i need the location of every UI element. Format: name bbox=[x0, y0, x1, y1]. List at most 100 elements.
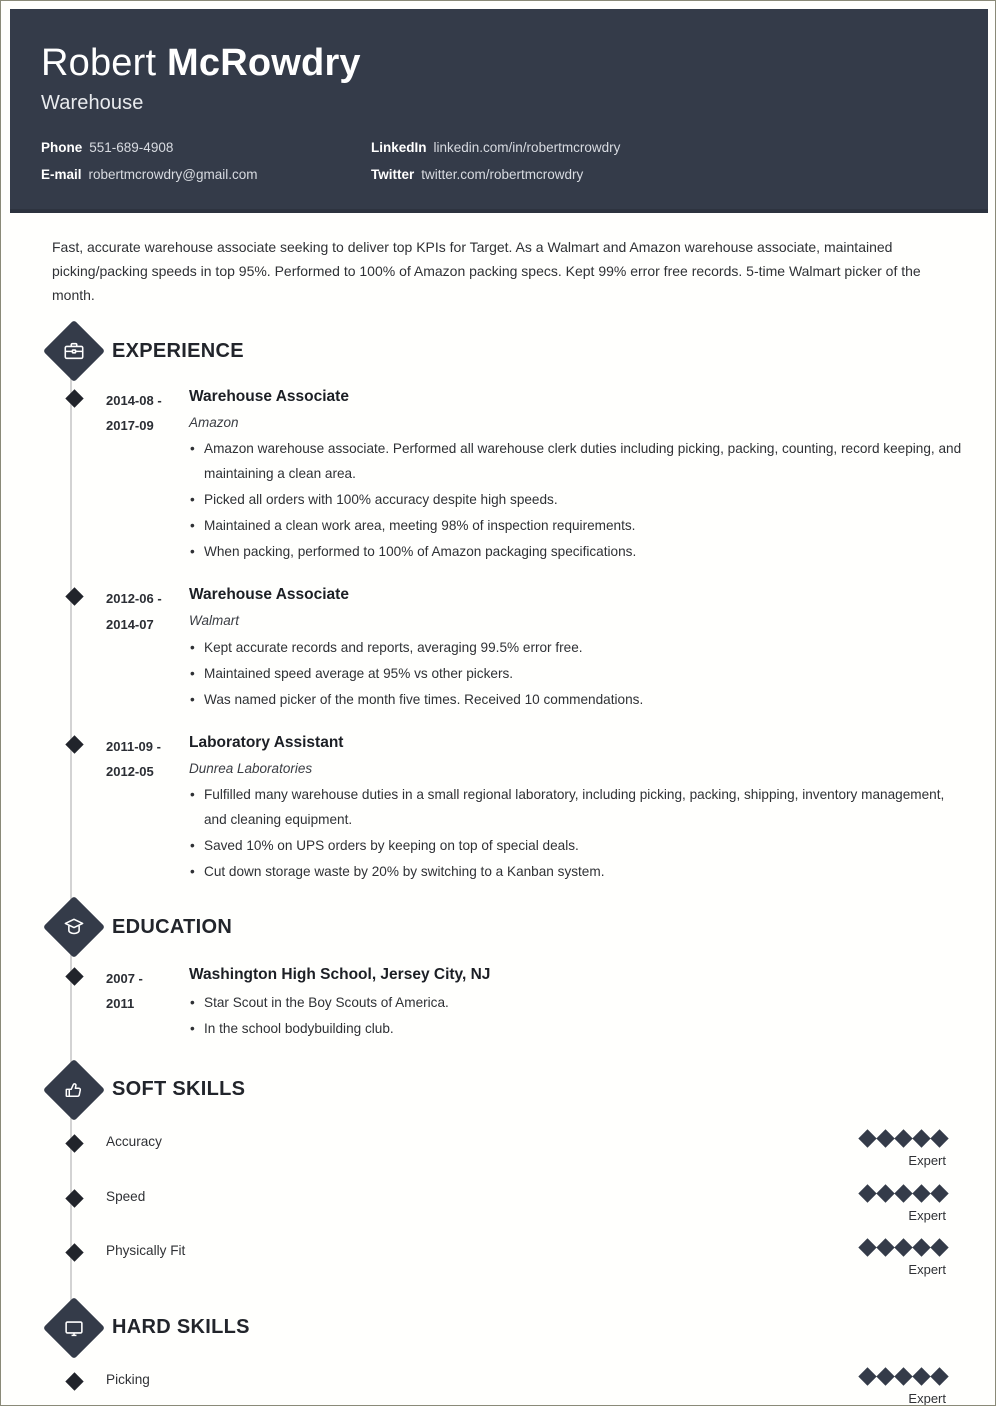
entry-date-end: 2011 bbox=[106, 996, 135, 1012]
skill-rating: Expert bbox=[858, 1238, 988, 1278]
hard-skill-row: Picking Expert bbox=[52, 1367, 988, 1406]
entry-dates: 2014-08 - 2017-09 bbox=[96, 387, 189, 564]
entry-date-start: 2011-09 - bbox=[106, 739, 161, 755]
rating-diamond-filled bbox=[912, 1238, 931, 1257]
rating-diamond-filled bbox=[912, 1367, 931, 1386]
entry-employer: Walmart bbox=[189, 612, 240, 628]
timeline-marker bbox=[52, 1241, 96, 1262]
section-header-hard-skills: HARD SKILLS bbox=[42, 1296, 988, 1359]
contact-email[interactable]: E-mail robertmcrowdry@gmail.com bbox=[41, 167, 371, 183]
resume-header: Robert McRowdry Warehouse Phone 551-689-4… bbox=[10, 9, 988, 213]
rating-diamond-filled bbox=[894, 1129, 913, 1148]
list-item: Kept accurate records and reports, avera… bbox=[189, 636, 968, 660]
entry-details: Laboratory Assistant Dunrea Laboratories… bbox=[189, 733, 988, 884]
timeline-marker bbox=[52, 1370, 96, 1391]
timeline-marker bbox=[52, 387, 96, 564]
skill-rating: Expert bbox=[858, 1367, 988, 1406]
contact-linkedin-label: LinkedIn bbox=[371, 140, 427, 156]
list-item: Saved 10% on UPS orders by keeping on to… bbox=[189, 834, 968, 858]
contact-twitter-value[interactable]: twitter.com/robertmcrowdry bbox=[421, 167, 583, 182]
rating-diamond-filled bbox=[858, 1129, 877, 1148]
monitor-icon bbox=[42, 1296, 106, 1359]
last-name: McRowdry bbox=[167, 42, 361, 84]
entry-date-end: 2012-05 bbox=[106, 764, 154, 780]
list-item: Cut down storage waste by 20% by switchi… bbox=[189, 860, 968, 884]
briefcase-icon bbox=[42, 320, 106, 383]
section-header-experience: EXPERIENCE bbox=[42, 320, 988, 383]
rating-diamond-filled bbox=[912, 1129, 931, 1148]
entry-title: Washington High School, Jersey City, NJ bbox=[189, 966, 491, 984]
entry-dates: 2012-06 - 2014-07 bbox=[96, 585, 189, 712]
list-item: In the school bodybuilding club. bbox=[189, 1017, 968, 1041]
timeline-marker bbox=[52, 965, 96, 1041]
entry-details: Washington High School, Jersey City, NJ … bbox=[189, 965, 988, 1041]
entry-dates: 2007 - 2011 bbox=[96, 965, 189, 1041]
timeline-marker bbox=[52, 585, 96, 712]
entry-date-start: 2014-08 - bbox=[106, 393, 162, 409]
diamond-marker-icon bbox=[64, 389, 84, 408]
entry-employer: Dunrea Laboratories bbox=[189, 760, 313, 776]
section-header-education: EDUCATION bbox=[42, 896, 988, 959]
contact-email-value[interactable]: robertmcrowdry@gmail.com bbox=[89, 167, 258, 182]
entry-title: Warehouse Associate bbox=[189, 388, 349, 406]
section-header-soft-skills: SOFT SKILLS bbox=[42, 1058, 988, 1122]
entry-details: Warehouse Associate Amazon Amazon wareho… bbox=[189, 387, 988, 564]
diamond-marker-icon bbox=[64, 967, 84, 986]
entry-details: Warehouse Associate Walmart Kept accurat… bbox=[189, 585, 988, 712]
section-title-soft-skills: SOFT SKILLS bbox=[112, 1078, 246, 1101]
entry-title: Warehouse Associate bbox=[189, 586, 349, 604]
diamond-marker-icon bbox=[64, 1372, 84, 1391]
rating-diamonds bbox=[858, 1129, 949, 1148]
contact-linkedin-value[interactable]: linkedin.com/in/robertmcrowdry bbox=[434, 140, 621, 155]
skill-label: Accuracy bbox=[106, 1133, 162, 1149]
rating-diamond-filled bbox=[858, 1238, 877, 1257]
list-item: When packing, performed to 100% of Amazo… bbox=[189, 540, 968, 564]
list-item: Amazon warehouse associate. Performed al… bbox=[189, 437, 968, 485]
contact-twitter-label: Twitter bbox=[371, 167, 415, 183]
timeline-marker bbox=[52, 1187, 96, 1208]
entry-date-end: 2014-07 bbox=[106, 616, 154, 632]
graduation-cap-icon bbox=[42, 896, 106, 959]
entry-employer: Amazon bbox=[189, 414, 239, 430]
entry-bullet-list: Kept accurate records and reports, avera… bbox=[189, 636, 968, 713]
experience-entry: 2012-06 - 2014-07 Warehouse Associate Wa… bbox=[52, 585, 988, 712]
contact-twitter[interactable]: Twitter twitter.com/robertmcrowdry bbox=[371, 167, 988, 183]
section-title-hard-skills: HARD SKILLS bbox=[112, 1316, 250, 1339]
rating-diamond-filled bbox=[894, 1367, 913, 1386]
diamond-marker-icon bbox=[64, 1188, 84, 1208]
rating-diamond-filled bbox=[858, 1183, 877, 1203]
resume-body: Fast, accurate warehouse associate seeki… bbox=[10, 213, 988, 1406]
rating-label: Expert bbox=[908, 1207, 946, 1223]
experience-entry: 2011-09 - 2012-05 Laboratory Assistant D… bbox=[52, 733, 988, 884]
rating-label: Expert bbox=[908, 1152, 946, 1168]
contact-phone-label: Phone bbox=[41, 140, 83, 156]
contact-phone-value: 551-689-4908 bbox=[89, 140, 174, 156]
skill-label: Picking bbox=[106, 1371, 150, 1387]
timeline-marker bbox=[52, 1132, 96, 1153]
contact-linkedin[interactable]: LinkedIn linkedin.com/in/robertmcrowdry bbox=[371, 140, 988, 156]
rating-diamond-filled bbox=[930, 1129, 949, 1148]
rating-diamond-filled bbox=[930, 1238, 949, 1257]
education-entry: 2007 - 2011 Washington High School, Jers… bbox=[52, 965, 988, 1041]
contact-email-label: E-mail bbox=[41, 167, 82, 183]
section-title-experience: EXPERIENCE bbox=[112, 339, 244, 362]
skill-label: Physically Fit bbox=[106, 1243, 186, 1259]
rating-diamond-filled bbox=[876, 1183, 895, 1203]
candidate-name: Robert McRowdry bbox=[41, 42, 988, 84]
soft-skill-row: Accuracy Expert bbox=[52, 1129, 988, 1169]
candidate-job-title: Warehouse bbox=[41, 92, 144, 115]
experience-entry: 2014-08 - 2017-09 Warehouse Associate Am… bbox=[52, 387, 988, 565]
list-item: Picked all orders with 100% accuracy des… bbox=[189, 488, 968, 512]
rating-diamonds bbox=[858, 1367, 949, 1386]
entry-date-start: 2012-06 - bbox=[106, 591, 162, 607]
first-name: Robert bbox=[41, 42, 157, 84]
soft-skill-row: Speed Expert bbox=[52, 1183, 988, 1224]
rating-diamond-filled bbox=[894, 1183, 913, 1203]
professional-summary: Fast, accurate warehouse associate seeki… bbox=[52, 239, 921, 304]
entry-title: Laboratory Assistant bbox=[189, 734, 344, 752]
diamond-marker-icon bbox=[64, 587, 84, 607]
rating-label: Expert bbox=[908, 1390, 946, 1406]
resume-page: Robert McRowdry Warehouse Phone 551-689-4… bbox=[0, 0, 996, 1406]
rating-diamond-filled bbox=[876, 1367, 895, 1386]
rating-diamonds bbox=[858, 1183, 949, 1203]
